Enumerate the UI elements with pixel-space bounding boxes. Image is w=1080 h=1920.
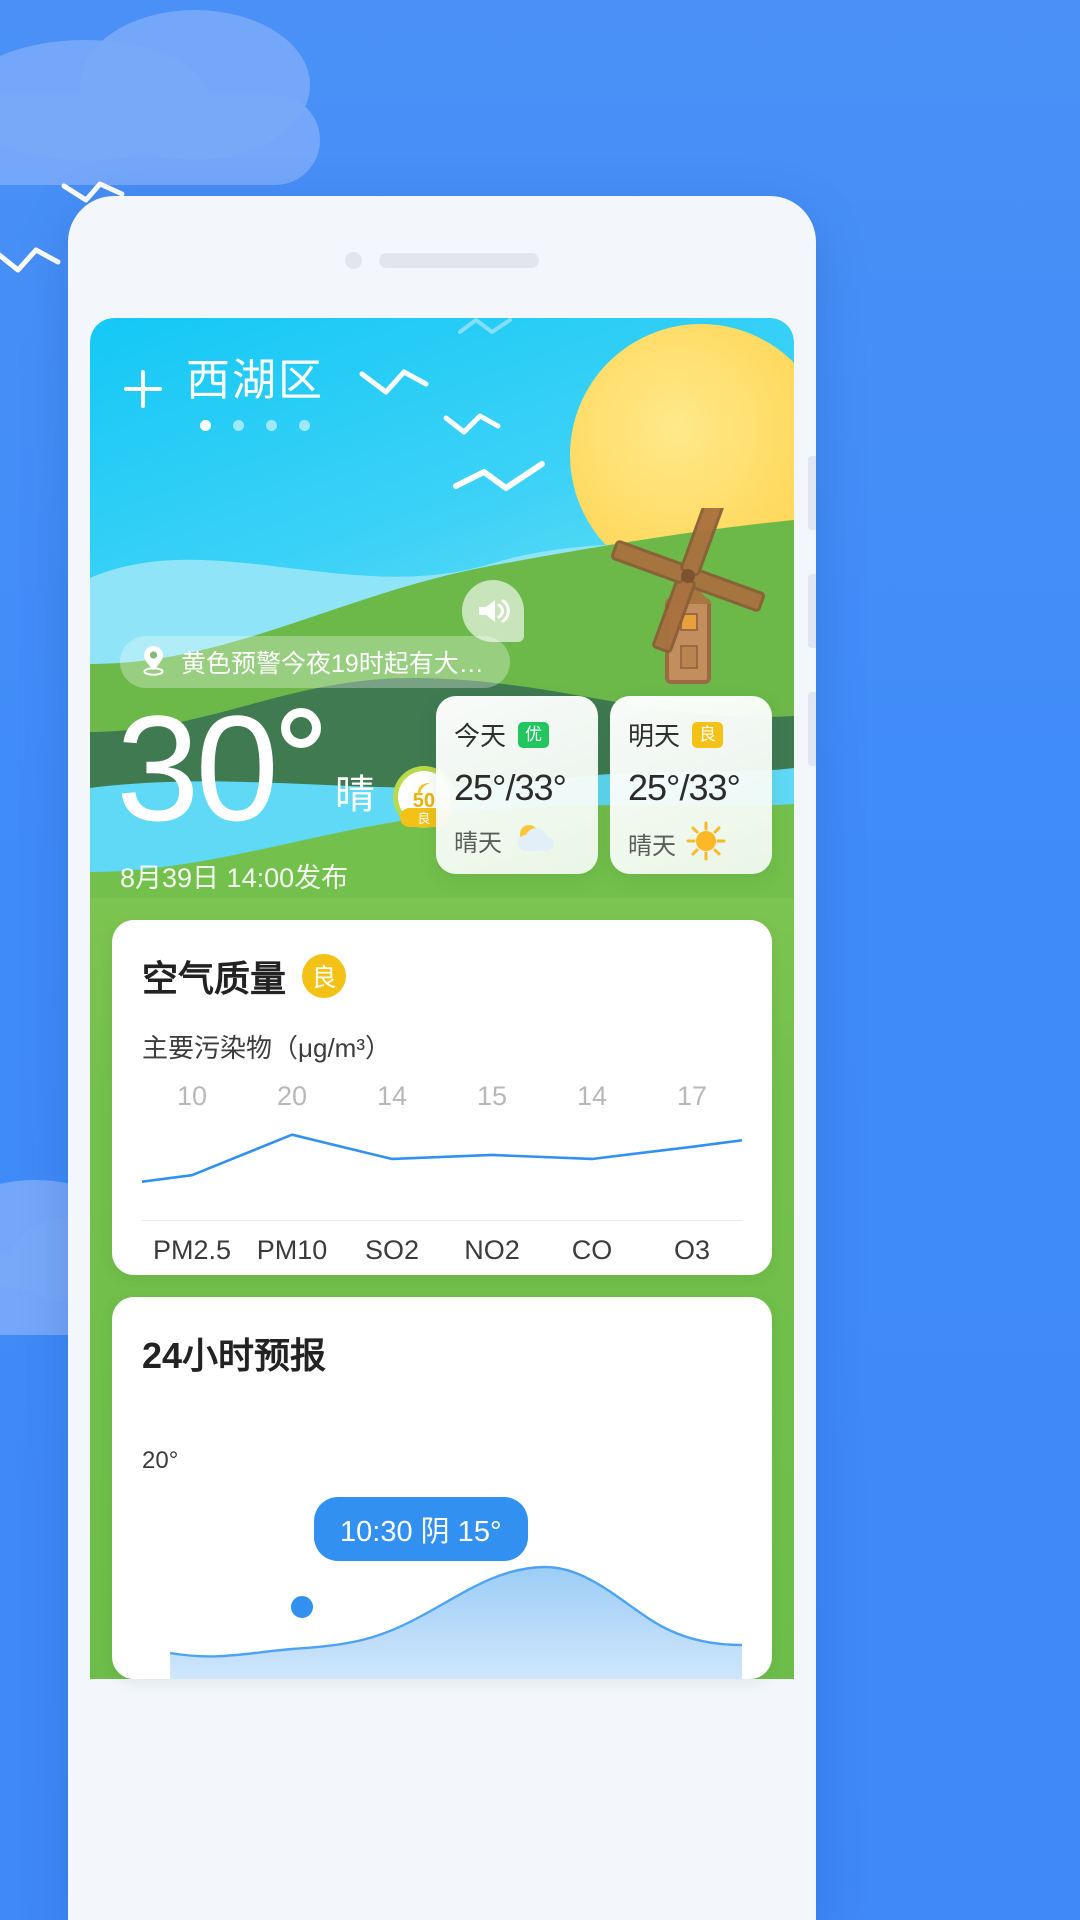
forecast-card-tomorrow[interactable]: 明天 良 25°/33° 晴天 [610, 696, 772, 874]
air-quality-subtitle: 主要污染物（μg/m³） [142, 1033, 391, 1063]
hourly-tooltip: 10:30 阴 15° [314, 1497, 528, 1561]
current-temperature: 30 [116, 684, 279, 852]
hero-section: 西湖区 黄色预警今夜19时起有大… 30 晴 50 良 8月39日 14:00发… [90, 318, 794, 898]
forecast-day-label: 明天 [628, 721, 681, 751]
publish-time: 8月39日 14:00发布 [120, 863, 349, 893]
forecast-card-header: 今天 优 [454, 716, 580, 753]
camera-dot-icon [345, 252, 362, 269]
degree-symbol-icon [280, 708, 321, 748]
page-indicator[interactable] [200, 420, 310, 431]
background-cloud-icon [0, 95, 320, 185]
sun-behind-cloud-icon [512, 821, 558, 860]
bird-icon [442, 412, 504, 447]
pollutant-value: 15 [476, 1081, 508, 1111]
leaf-icon [416, 781, 432, 802]
forecast-temp-range: 25°/33° [454, 767, 567, 808]
forecast-day-label: 今天 [454, 721, 507, 751]
pollutant-labels-row: PM2.5 PM10 SO2 NO2 CO O3 [142, 1235, 742, 1266]
page-dot[interactable] [266, 420, 277, 431]
current-temperature-block: 30 晴 50 良 [116, 684, 455, 852]
pollutant-value: 17 [676, 1081, 708, 1111]
pollutant-value: 14 [576, 1081, 608, 1111]
chart-axis [142, 1220, 742, 1221]
forecast-card-header: 明天 良 [628, 716, 754, 753]
forecast-aqi-tag: 良 [692, 721, 724, 748]
hourly-y-axis-label: 20° [142, 1447, 179, 1474]
hourly-selected-point[interactable] [286, 1591, 318, 1623]
city-name[interactable]: 西湖区 [186, 354, 324, 408]
page-dot[interactable] [233, 420, 244, 431]
speaker-icon[interactable] [462, 580, 524, 642]
pollutant-label: SO2 [364, 1235, 420, 1265]
hourly-forecast-title: 24小时预报 [142, 1335, 327, 1376]
forecast-temp-range: 25°/33° [628, 767, 741, 808]
weather-alert-text: 黄色预警今夜19时起有大… [181, 650, 484, 678]
pollutant-values-row: 10 20 14 15 14 17 [142, 1081, 742, 1112]
city-block: 西湖区 [186, 354, 324, 431]
pollutant-label: NO2 [464, 1235, 520, 1265]
hourly-chart: 20° 10:30 阴 15° [142, 1419, 742, 1679]
pollutant-value: 20 [276, 1081, 308, 1111]
air-quality-level-badge: 良 [302, 954, 347, 998]
phone-speaker-notch [68, 252, 816, 269]
page-dot[interactable] [200, 420, 211, 431]
pollutant-label: O3 [673, 1235, 711, 1265]
location-pin-icon [140, 644, 167, 681]
current-condition: 晴 [334, 773, 375, 817]
pollutant-line-chart: 10 20 14 15 14 17 PM2.5 PM10 SO2 NO2 CO … [142, 1081, 742, 1265]
bird-icon [0, 246, 64, 280]
forecast-card-today[interactable]: 今天 优 25°/33° 晴天 [436, 696, 598, 874]
air-quality-card[interactable]: 空气质量 良 主要污染物（μg/m³） 10 20 14 15 14 17 PM… [112, 920, 772, 1275]
hourly-forecast-card[interactable]: 24小时预报 20° 10:30 阴 15° [112, 1297, 772, 1679]
bird-icon [452, 458, 548, 505]
forecast-card-group: 今天 优 25°/33° 晴天 明天 良 25°/33° 晴天 [436, 696, 772, 874]
pollutant-label: PM2.5 [152, 1235, 232, 1265]
content-body: 空气质量 良 主要污染物（μg/m³） 10 20 14 15 14 17 PM… [90, 898, 794, 1679]
power-button[interactable] [808, 692, 816, 766]
bird-icon [358, 368, 432, 409]
forecast-aqi-tag: 优 [518, 721, 550, 748]
phone-frame: 西湖区 黄色预警今夜19时起有大… 30 晴 50 良 8月39日 14:00发… [68, 196, 816, 1920]
air-quality-title-row: 空气质量 良 [142, 950, 742, 1002]
page-dot[interactable] [299, 420, 310, 431]
weather-screen: 西湖区 黄色预警今夜19时起有大… 30 晴 50 良 8月39日 14:00发… [90, 318, 794, 1920]
air-quality-title: 空气质量 [142, 958, 287, 999]
plus-icon[interactable] [124, 370, 162, 408]
forecast-condition-row: 晴天 [454, 821, 580, 860]
forecast-condition-text: 晴天 [628, 833, 676, 860]
pollutant-value: 14 [376, 1081, 408, 1111]
bird-icon [456, 318, 514, 345]
city-header: 西湖区 [124, 354, 324, 431]
pollutant-chart-line [142, 1112, 742, 1220]
windmill-icon [592, 498, 782, 693]
weather-alert-banner[interactable]: 黄色预警今夜19时起有大… [120, 636, 510, 688]
forecast-condition-text: 晴天 [454, 830, 502, 857]
volume-down-button[interactable] [808, 574, 816, 648]
volume-up-button[interactable] [808, 456, 816, 530]
pollutant-value: 10 [176, 1081, 208, 1111]
forecast-condition-row: 晴天 [628, 821, 754, 866]
earpiece-bar-icon [379, 253, 539, 268]
sun-icon [686, 821, 726, 866]
pollutant-label: CO [571, 1235, 613, 1265]
hourly-curve [142, 1549, 742, 1679]
pollutant-label: PM10 [256, 1235, 328, 1265]
